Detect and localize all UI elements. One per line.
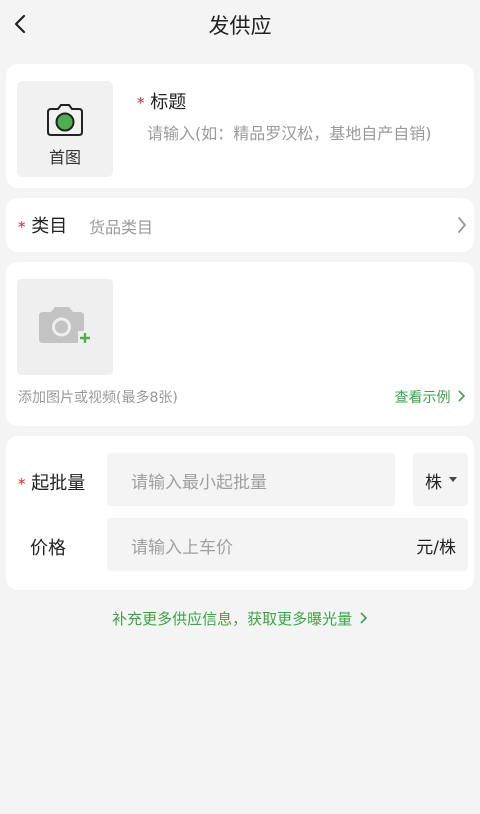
camera-icon [47, 104, 83, 136]
caret-down-icon [449, 477, 457, 482]
min-qty-placeholder: 请输入最小起批量 [131, 473, 267, 493]
min-qty-label: * 起批量 [18, 469, 85, 495]
required-mark: * [18, 475, 26, 493]
title-label-text: 标题 [150, 92, 187, 113]
min-qty-label-text: 起批量 [31, 473, 86, 494]
unit-select[interactable]: 株 [413, 453, 468, 506]
category-value: 货品类目 [89, 218, 154, 237]
cover-image-upload[interactable]: 首图 [17, 81, 113, 177]
nav-bar: 发供应 [0, 0, 480, 50]
cover-label: 首图 [48, 148, 81, 167]
media-card: 添加图片或视频(最多8张) 查看示例 [6, 262, 474, 426]
pricing-card: * 起批量 请输入最小起批量 株 价格 请输入上车价 元/株 [6, 436, 474, 590]
required-mark: * [137, 94, 145, 112]
price-input[interactable]: 请输入上车价 元/株 [107, 518, 468, 571]
category-row[interactable]: * 类目 货品类目 [6, 198, 474, 252]
unit-value: 株 [425, 473, 442, 493]
more-info-link[interactable]: 补充更多供应信息，获取更多曝光量 [0, 608, 480, 629]
required-mark: * [18, 218, 26, 236]
more-info-label: 补充更多供应信息，获取更多曝光量 [112, 610, 353, 628]
chevron-right-icon [360, 612, 368, 624]
view-example-label: 查看示例 [394, 390, 451, 406]
camera-add-icon [39, 307, 92, 345]
price-placeholder: 请输入上车价 [131, 538, 233, 558]
media-upload-button[interactable] [17, 279, 113, 375]
category-label: * 类目 [18, 212, 67, 238]
category-label-text: 类目 [31, 216, 68, 237]
title-card: 首图 * 标题 请输入(如：精品罗汉松，基地自产自销) [6, 64, 474, 188]
title-label: * 标题 [137, 88, 186, 114]
chevron-right-icon [458, 390, 466, 402]
price-unit: 元/株 [416, 538, 456, 558]
page-title: 发供应 [208, 14, 272, 38]
price-label: 价格 [30, 538, 66, 559]
min-qty-input[interactable]: 请输入最小起批量 [107, 453, 395, 506]
media-hint: 添加图片或视频(最多8张) [18, 390, 178, 406]
chevron-right-icon [458, 217, 466, 233]
view-example-link[interactable]: 查看示例 [395, 387, 466, 407]
title-input[interactable]: 请输入(如：精品罗汉松，基地自产自销) [147, 120, 467, 144]
